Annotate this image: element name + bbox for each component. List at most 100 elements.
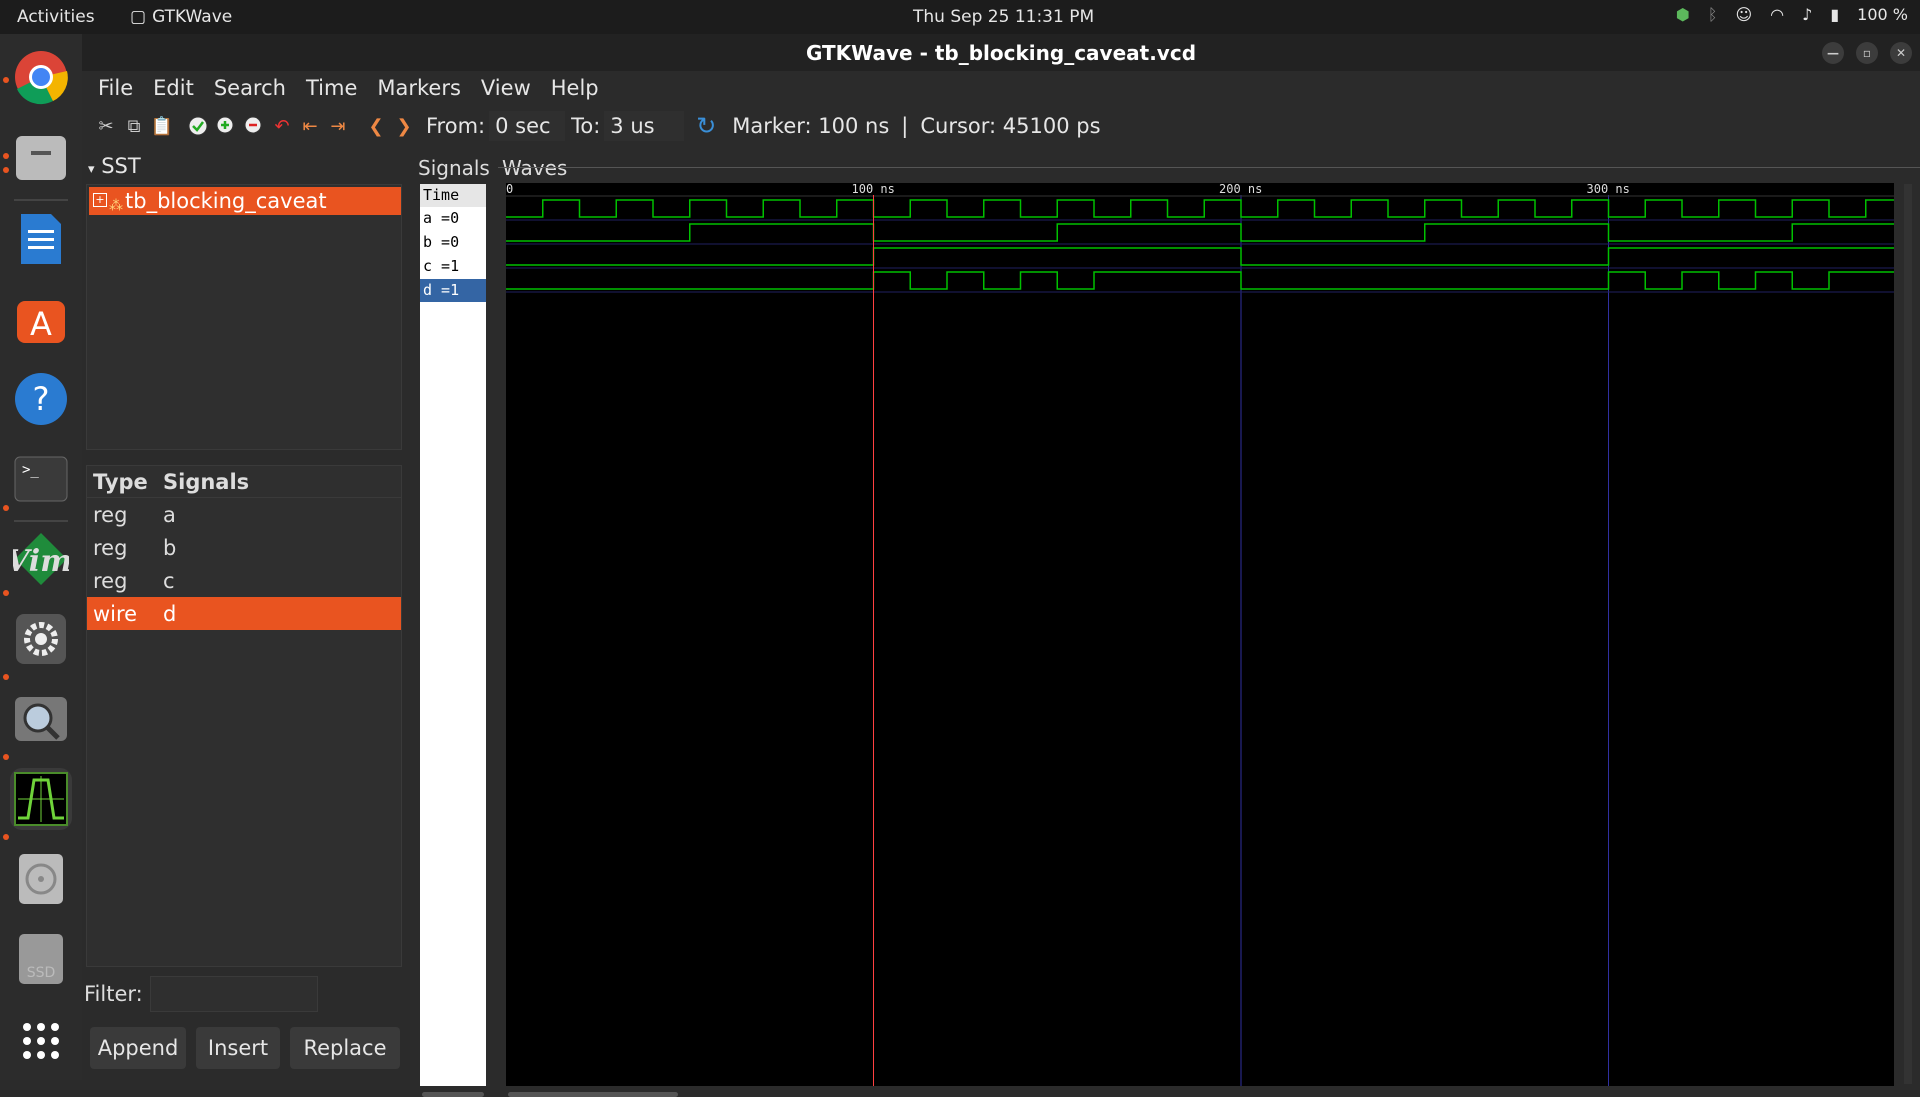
zoom-in-icon[interactable] [212,112,240,140]
waves-frame-border [498,167,1920,168]
signal-entry[interactable]: c =1 [420,255,486,278]
waveform-b [506,223,1894,242]
waveform-a [506,199,1894,218]
from-label: From: [426,114,486,138]
waves-pane-label: Waves [502,156,568,180]
replace-button[interactable]: Replace [290,1027,400,1069]
collapse-arrow-icon: ▾ [88,162,95,177]
terminal-icon[interactable]: >_ [10,448,72,510]
gtkwave-icon[interactable] [10,768,72,830]
waveform-c [506,247,1894,266]
svg-text:>_: >_ [22,462,39,478]
signals-column-header[interactable]: Signals [163,470,249,494]
clock[interactable]: Thu Sep 25 11:31 PM [913,7,1094,27]
signal-row[interactable]: reg b [87,531,401,564]
signal-list-header: Type Signals [87,466,401,498]
menu-markers[interactable]: Markers [369,76,469,100]
waves-vertical-scrollbar[interactable] [1904,184,1912,1084]
writer-icon[interactable] [10,208,72,270]
app-menu[interactable]: ▢ GTKWave [130,7,232,27]
time-tick-label: 200 ns [1219,183,1262,196]
waveform-canvas[interactable]: 0 100 ns 200 ns 300 ns [506,182,1894,1086]
signal-row[interactable]: reg a [87,498,401,531]
menu-view[interactable]: View [473,76,539,100]
signal-list: Type Signals reg a reg b reg c wire d [86,465,402,967]
time-tick-label: 100 ns [852,183,895,196]
signal-name: c [163,568,175,593]
chrome-icon[interactable] [10,46,72,108]
time-tick-label: 0 [506,183,513,196]
zoom-start-icon[interactable]: ⇤ [296,112,324,140]
zoom-out-icon[interactable] [240,112,268,140]
gtkwave-window: GTKWave - tb_blocking_caveat.vcd — ▫ ✕ F… [82,34,1920,1097]
sst-tree-item[interactable]: + ⁂ tb_blocking_caveat [89,187,401,215]
reload-icon[interactable]: ↻ [692,112,720,140]
previous-edge-icon[interactable]: ❮ [362,112,390,140]
time-tick-label: 300 ns [1587,183,1630,196]
menu-file[interactable]: File [90,76,141,100]
to-field[interactable] [604,111,685,141]
gtkwave-window-icon: ▢ [130,7,147,27]
paste-icon[interactable]: 📋 [148,112,176,140]
app-menu-label: GTKWave [152,7,233,27]
copy-icon[interactable]: ⧉ [120,112,148,140]
image-viewer-icon[interactable] [10,688,72,750]
cursor-readout: Cursor: 45100 ps [920,114,1101,138]
maximize-button[interactable]: ▫ [1856,42,1878,64]
battery-icon: ▮ [1830,5,1840,24]
system-tray[interactable]: ⬢ ᛒ ☺ ◠ ♪ ▮ 100 % [1676,5,1908,24]
signal-entry[interactable]: b =0 [420,231,486,254]
undo-zoom-icon[interactable]: ↶ [268,112,296,140]
show-apps-icon[interactable] [10,1010,72,1072]
title-bar[interactable]: GTKWave - tb_blocking_caveat.vcd — ▫ ✕ [82,34,1920,71]
to-label: To: [571,114,601,138]
ssd-icon[interactable]: SSD [10,928,72,990]
close-button[interactable]: ✕ [1890,42,1912,64]
time-entry[interactable]: Time [420,184,486,207]
waveform-d [506,271,1894,290]
marker-readout: Marker: 100 ns [732,114,890,138]
activities-button[interactable]: Activities [17,7,95,27]
sst-tree[interactable]: + ⁂ tb_blocking_caveat [86,184,402,450]
minimize-button[interactable]: — [1822,42,1844,64]
signals-pane[interactable]: Time a =0 b =0 c =1 d =1 [420,184,486,1086]
next-edge-icon[interactable]: ❯ [390,112,418,140]
disc-icon[interactable] [10,848,72,910]
menu-edit[interactable]: Edit [145,76,202,100]
waves-pane[interactable]: 0 100 ns 200 ns 300 ns [506,182,1894,1086]
signals-horizontal-scrollbar[interactable] [422,1092,484,1097]
menu-bar: File Edit Search Time Markers View Help [82,71,1920,105]
menu-search[interactable]: Search [206,76,294,100]
svg-text:SSD: SSD [27,965,56,981]
settings-icon[interactable] [10,608,72,670]
type-column-header[interactable]: Type [93,470,163,494]
help-icon[interactable]: ? [10,368,72,430]
volume-icon: ♪ [1802,5,1813,24]
signal-entry-selected[interactable]: d =1 [420,279,486,302]
waves-horizontal-scrollbar[interactable] [508,1092,678,1097]
accessibility-icon: ☺ [1735,5,1753,24]
insert-button[interactable]: Insert [196,1027,280,1069]
append-button[interactable]: Append [90,1027,186,1069]
signal-row[interactable]: reg c [87,564,401,597]
zoom-fit-icon[interactable] [184,112,212,140]
filter-input[interactable] [150,976,318,1012]
signal-type: reg [93,535,128,560]
menu-time[interactable]: Time [298,76,365,100]
toolbar: ✂ ⧉ 📋 ↶ ⇤ ⇥ ❮ ❯ From: To: ↻ Marker: 100 … [82,105,1920,147]
zoom-end-icon[interactable]: ⇥ [324,112,352,140]
sst-header[interactable]: ▾ SST [88,154,141,178]
signal-entry[interactable]: a =0 [420,207,486,230]
vim-icon[interactable]: Vim [10,528,72,590]
window-title: GTKWave - tb_blocking_caveat.vcd [805,40,1197,65]
wifi-icon: ◠ [1770,5,1785,24]
from-field[interactable] [489,111,566,141]
app-center-icon[interactable]: A [10,288,72,350]
signal-row-selected[interactable]: wire d [87,597,401,630]
cut-icon[interactable]: ✂ [92,112,120,140]
files-icon[interactable] [10,127,72,189]
svg-text:?: ? [33,380,50,418]
expand-icon[interactable]: + [93,193,107,207]
sst-label: SST [101,154,141,178]
menu-help[interactable]: Help [543,76,607,100]
